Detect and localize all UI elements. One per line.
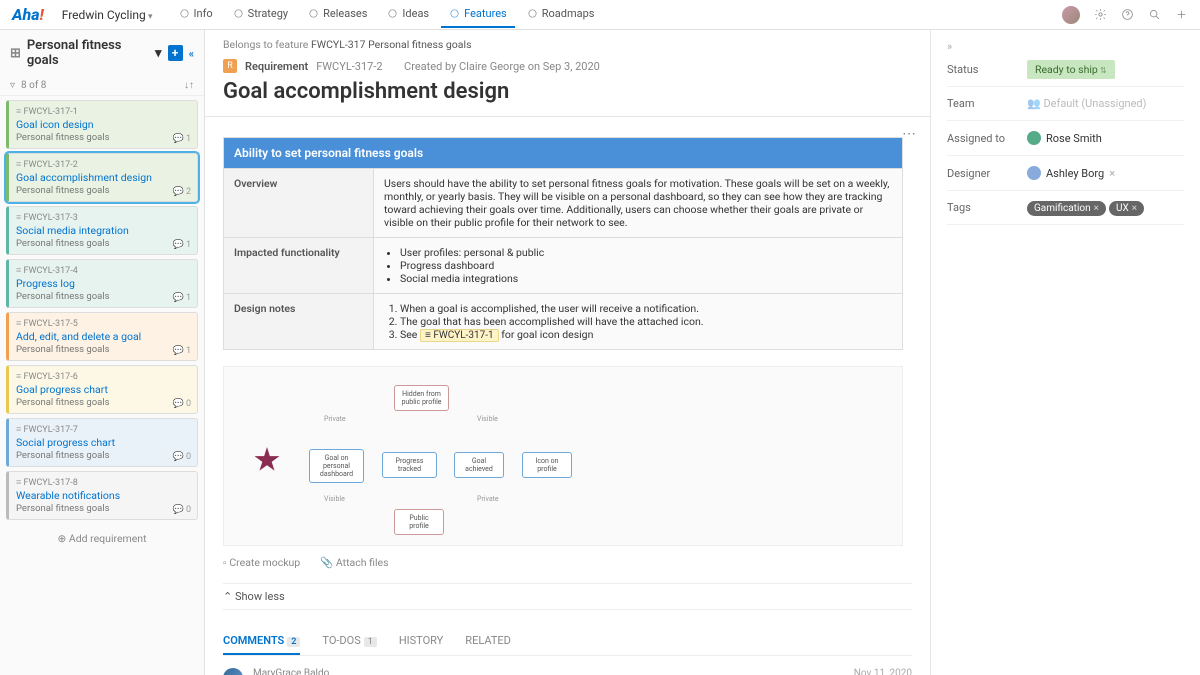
collapse-sidebar-icon[interactable]: « <box>189 47 194 60</box>
comment: MaryGrace BaldoNov 11, 2020 Design is at… <box>223 656 912 675</box>
nav-ideas[interactable]: Ideas <box>379 1 437 28</box>
clear-designer-icon[interactable]: × <box>1109 167 1115 180</box>
top-bar: Aha! Fredwin Cycling InfoStrategyRelease… <box>0 0 1200 30</box>
record-title[interactable]: Goal accomplishment design <box>205 77 930 116</box>
parent-feature-link[interactable]: FWCYL-317 Personal fitness goals <box>311 38 472 51</box>
comment-author: MaryGrace Baldo <box>253 668 329 675</box>
user-avatar[interactable] <box>1062 6 1080 24</box>
comment-avatar <box>223 668 243 675</box>
create-mockup-button[interactable]: ▫ Create mockup <box>223 556 300 569</box>
remove-tag-icon[interactable]: × <box>1132 203 1137 214</box>
created-by: Created by Claire George on Sep 3, 2020 <box>404 60 600 73</box>
collapse-details-icon[interactable]: » <box>947 40 1184 53</box>
requirement-card[interactable]: FWCYL-317-5Add, edit, and delete a goalP… <box>6 312 198 361</box>
top-nav: InfoStrategyReleasesIdeasFeaturesRoadmap… <box>171 1 603 28</box>
requirement-card[interactable]: FWCYL-317-8Wearable notificationsPersona… <box>6 471 198 520</box>
nav-strategy[interactable]: Strategy <box>225 1 296 28</box>
diagram-node: Goal achieved <box>454 452 504 478</box>
tags-field[interactable]: Gamification×UX× <box>1027 201 1184 214</box>
requirement-card[interactable]: FWCYL-317-4Progress logPersonal fitness … <box>6 259 198 308</box>
diagram-node: Icon on profile <box>522 452 572 478</box>
team-selector[interactable]: Default (Unassigned) <box>1027 97 1184 110</box>
diagram-node: Public profile <box>394 509 444 535</box>
overview-label: Overview <box>224 169 374 238</box>
spec-table: Ability to set personal fitness goals Ov… <box>223 137 903 350</box>
gear-icon[interactable] <box>1094 8 1107 21</box>
record-actions-menu[interactable]: ⋯ <box>902 126 916 142</box>
breadcrumb: Belongs to feature FWCYL-317 Personal fi… <box>205 30 930 55</box>
diagram-node: Progress tracked <box>382 452 437 478</box>
detail-panel: Belongs to feature FWCYL-317 Personal fi… <box>205 30 930 675</box>
nav-releases[interactable]: Releases <box>300 1 375 28</box>
tab-todos[interactable]: TO-DOS1 <box>322 628 376 655</box>
nav-features[interactable]: Features <box>441 1 515 28</box>
remove-tag-icon[interactable]: × <box>1094 203 1099 214</box>
tab-history[interactable]: HISTORY <box>399 628 443 655</box>
comment-date: Nov 11, 2020 <box>854 668 912 675</box>
tab-comments[interactable]: COMMENTS2 <box>223 628 300 655</box>
nav-info[interactable]: Info <box>171 1 221 28</box>
diagram-node: Hidden from public profile <box>394 385 449 411</box>
detail-tabs: COMMENTS2 TO-DOS1 HISTORY RELATED <box>223 628 912 656</box>
overview-text: Users should have the ability to set per… <box>374 169 903 238</box>
nav-roadmaps[interactable]: Roadmaps <box>519 1 603 28</box>
diagram-start-star <box>254 447 280 473</box>
record-type-icon: R <box>223 59 237 73</box>
filter-icon[interactable]: ▿ <box>10 80 15 91</box>
help-icon[interactable] <box>1121 8 1134 21</box>
plus-icon[interactable] <box>1175 8 1188 21</box>
status-selector[interactable]: Ready to ship <box>1027 60 1115 79</box>
add-record-button[interactable]: + <box>168 45 183 61</box>
requirement-card[interactable]: FWCYL-317-6Goal progress chartPersonal f… <box>6 365 198 414</box>
impacted-label: Impacted functionality <box>224 238 374 294</box>
workspace-selector[interactable]: Fredwin Cycling <box>62 8 153 22</box>
designer-selector[interactable]: Ashley Borg × <box>1027 166 1184 180</box>
details-sidebar: » StatusReady to ship TeamDefault (Unass… <box>930 30 1200 675</box>
requirement-card[interactable]: FWCYL-317-1Goal icon designPersonal fitn… <box>6 100 198 149</box>
design-label: Design notes <box>224 294 374 350</box>
sidebar: Personal fitness goals ▾ + « ▿ 8 of 8 ↓↑… <box>0 30 205 675</box>
record-type-label: Requirement <box>245 60 308 73</box>
requirement-card[interactable]: FWCYL-317-7Social progress chartPersonal… <box>6 418 198 467</box>
assignee-selector[interactable]: Rose Smith <box>1027 131 1184 145</box>
search-icon[interactable] <box>1148 8 1161 21</box>
attach-files-button[interactable]: 📎 Attach files <box>320 556 388 569</box>
tab-related[interactable]: RELATED <box>465 628 511 655</box>
flow-diagram: Goal on personal dashboard Progress trac… <box>223 366 903 546</box>
logo: Aha! <box>12 5 44 24</box>
tag[interactable]: UX× <box>1109 201 1144 216</box>
sidebar-title[interactable]: Personal fitness goals <box>27 38 149 68</box>
add-requirement-button[interactable]: ⊕ Add requirement <box>0 524 204 553</box>
diagram-node: Goal on personal dashboard <box>309 449 364 483</box>
requirement-card[interactable]: FWCYL-317-2Goal accomplishment designPer… <box>6 153 198 202</box>
tag[interactable]: Gamification× <box>1027 201 1106 216</box>
reference-pill[interactable]: FWCYL-317-1 <box>420 329 499 342</box>
record-reference: FWCYL-317-2 <box>316 60 382 73</box>
requirement-card[interactable]: FWCYL-317-3Social media integrationPerso… <box>6 206 198 255</box>
show-less-toggle[interactable]: ⌃ Show less <box>223 583 912 610</box>
filter-count: 8 of 8 <box>21 80 46 91</box>
sort-icon[interactable]: ↓↑ <box>184 80 194 91</box>
spec-title: Ability to set personal fitness goals <box>224 138 903 169</box>
